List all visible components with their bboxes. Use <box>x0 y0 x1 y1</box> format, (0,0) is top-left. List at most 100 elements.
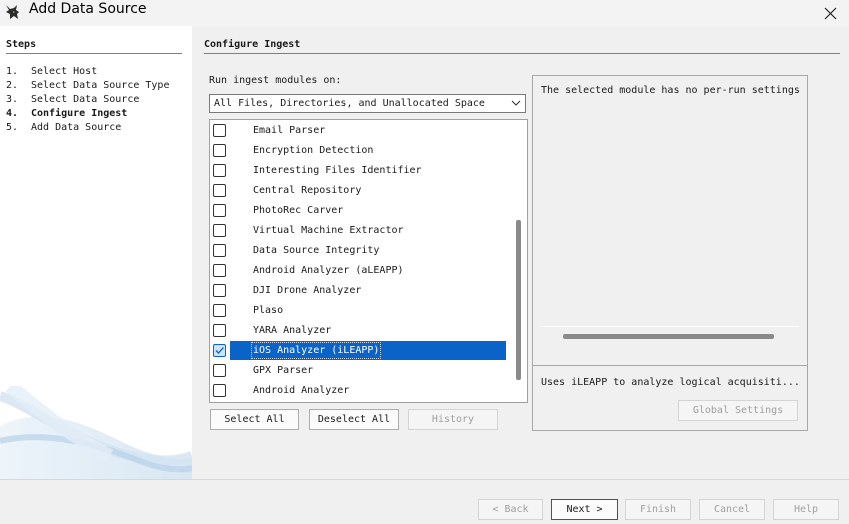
module-checkbox[interactable] <box>213 384 226 397</box>
deselect-all-button[interactable]: Deselect All <box>309 409 399 430</box>
module-row[interactable]: PhotoRec Carver <box>210 201 506 220</box>
checkbox-cell <box>210 281 230 300</box>
step-number: 1. <box>6 66 19 77</box>
module-checkbox[interactable] <box>213 124 226 137</box>
module-row[interactable]: Virtual Machine Extractor <box>210 221 506 240</box>
module-label: Plaso <box>253 305 284 316</box>
steps-list: 1. Select Host 2. Select Data Source Type 3.… <box>6 65 169 135</box>
chevron-down-icon <box>511 100 521 106</box>
module-checkbox[interactable] <box>213 264 226 277</box>
next-button[interactable]: Next > <box>551 499 618 520</box>
checkbox-cell <box>210 121 230 140</box>
module-row[interactable]: Email Parser <box>210 121 506 140</box>
step-label: Configure Ingest <box>31 108 128 119</box>
checkbox-cell <box>210 241 230 260</box>
close-button[interactable] <box>812 0 849 26</box>
finish-button[interactable]: Finish <box>625 499 691 520</box>
checkbox-cell <box>210 141 230 160</box>
module-checkbox[interactable] <box>213 144 226 157</box>
checkmark-icon <box>215 347 224 354</box>
module-row[interactable]: Android Analyzer (aLEAPP) <box>210 261 506 280</box>
dropdown-value: All Files, Directories, and Unallocated … <box>214 98 485 109</box>
module-checkbox[interactable] <box>213 304 226 317</box>
scrollbar-thumb[interactable] <box>516 220 521 380</box>
module-list-scrollbar[interactable] <box>511 120 527 402</box>
checkbox-cell <box>210 161 230 180</box>
step-label: Select Data Source Type <box>31 80 170 91</box>
module-row[interactable]: Plaso <box>210 301 506 320</box>
step-label: Add Data Source <box>31 122 122 133</box>
module-label: Android Analyzer (aLEAPP) <box>253 265 404 276</box>
checkbox-cell <box>210 341 230 360</box>
module-row[interactable]: Central Repository <box>210 181 506 200</box>
configure-ingest-panel: Configure Ingest Run ingest modules on: … <box>192 26 849 479</box>
steps-panel: Steps 1. Select Host 2. Select Data Source … <box>0 26 192 479</box>
step-number: 4. <box>6 108 19 119</box>
module-settings-panel: The selected module has no per-run setti… <box>532 75 808 431</box>
title-bar: Add Data Source <box>0 0 849 26</box>
module-label: PhotoRec Carver <box>253 205 344 216</box>
steps-title: Steps <box>6 39 37 50</box>
module-label: Email Parser <box>253 125 326 136</box>
module-label: Data Source Integrity <box>253 245 380 256</box>
checkbox-cell <box>210 321 230 340</box>
module-checkbox[interactable] <box>213 284 226 297</box>
step-label: Select Host <box>31 66 98 77</box>
dog-logo-icon <box>6 5 19 19</box>
run-ingest-dropdown[interactable]: All Files, Directories, and Unallocated … <box>209 94 526 113</box>
settings-horizontal-scrollbar[interactable] <box>563 334 774 339</box>
checkbox-cell <box>210 221 230 240</box>
history-button[interactable]: History <box>408 409 498 430</box>
module-label: Interesting Files Identifier <box>253 165 422 176</box>
checkbox-cell <box>210 181 230 200</box>
steps-divider <box>6 53 182 54</box>
module-row[interactable]: Encryption Detection <box>210 141 506 160</box>
module-checkbox[interactable] <box>213 244 226 257</box>
module-checkbox[interactable] <box>213 164 226 177</box>
step-number: 5. <box>6 122 19 133</box>
module-row[interactable]: Data Source Integrity <box>210 241 506 260</box>
step-item: 4. Configure Ingest <box>6 107 169 121</box>
settings-message: The selected module has no per-run setti… <box>541 85 800 96</box>
back-button[interactable]: < Back <box>478 499 543 520</box>
module-checkbox[interactable] <box>213 204 226 217</box>
ingest-module-list[interactable]: Email Parser Encryption Detection Interest… <box>209 119 528 403</box>
module-row[interactable]: DJI Drone Analyzer <box>210 281 506 300</box>
module-row[interactable]: GPX Parser <box>210 361 506 380</box>
module-label: Android Analyzer <box>253 385 350 396</box>
step-number: 2. <box>6 80 19 91</box>
window-title: Add Data Source <box>29 1 147 17</box>
section-title: Configure Ingest <box>204 39 301 50</box>
step-item: 2. Select Data Source Type <box>6 79 169 93</box>
checkbox-cell <box>210 201 230 220</box>
module-checkbox[interactable] <box>213 364 226 377</box>
module-label: iOS Analyzer (iLEAPP) <box>250 342 382 359</box>
module-label: DJI Drone Analyzer <box>253 285 362 296</box>
help-button[interactable]: Help <box>773 499 839 520</box>
select-all-button[interactable]: Select All <box>210 409 299 430</box>
module-label: Virtual Machine Extractor <box>253 225 404 236</box>
settings-divider <box>533 365 807 366</box>
close-icon <box>824 7 837 19</box>
module-checkbox[interactable] <box>213 324 226 337</box>
checkbox-cell <box>210 361 230 380</box>
module-row[interactable]: YARA Analyzer <box>210 321 506 340</box>
module-label: YARA Analyzer <box>253 325 332 336</box>
module-row[interactable]: Android Analyzer <box>210 381 506 400</box>
settings-separator <box>541 326 799 327</box>
module-row[interactable]: iOS Analyzer (iLEAPP) <box>210 341 506 360</box>
run-ingest-label: Run ingest modules on: <box>209 75 342 86</box>
module-description: Uses iLEAPP to analyze logical acquisiti… <box>541 377 800 388</box>
step-label: Select Data Source <box>31 94 140 105</box>
wizard-footer: < Back Next > Finish Cancel Help <box>0 479 849 524</box>
global-settings-button[interactable]: Global Settings <box>678 400 798 421</box>
module-checkbox[interactable] <box>213 184 226 197</box>
module-row[interactable]: Interesting Files Identifier <box>210 161 506 180</box>
checkbox-cell <box>210 301 230 320</box>
cancel-button[interactable]: Cancel <box>699 499 765 520</box>
checkbox-cell <box>210 381 230 400</box>
section-divider <box>204 53 840 54</box>
module-label: Encryption Detection <box>253 145 374 156</box>
module-checkbox[interactable] <box>213 224 226 237</box>
module-checkbox[interactable] <box>213 344 226 357</box>
